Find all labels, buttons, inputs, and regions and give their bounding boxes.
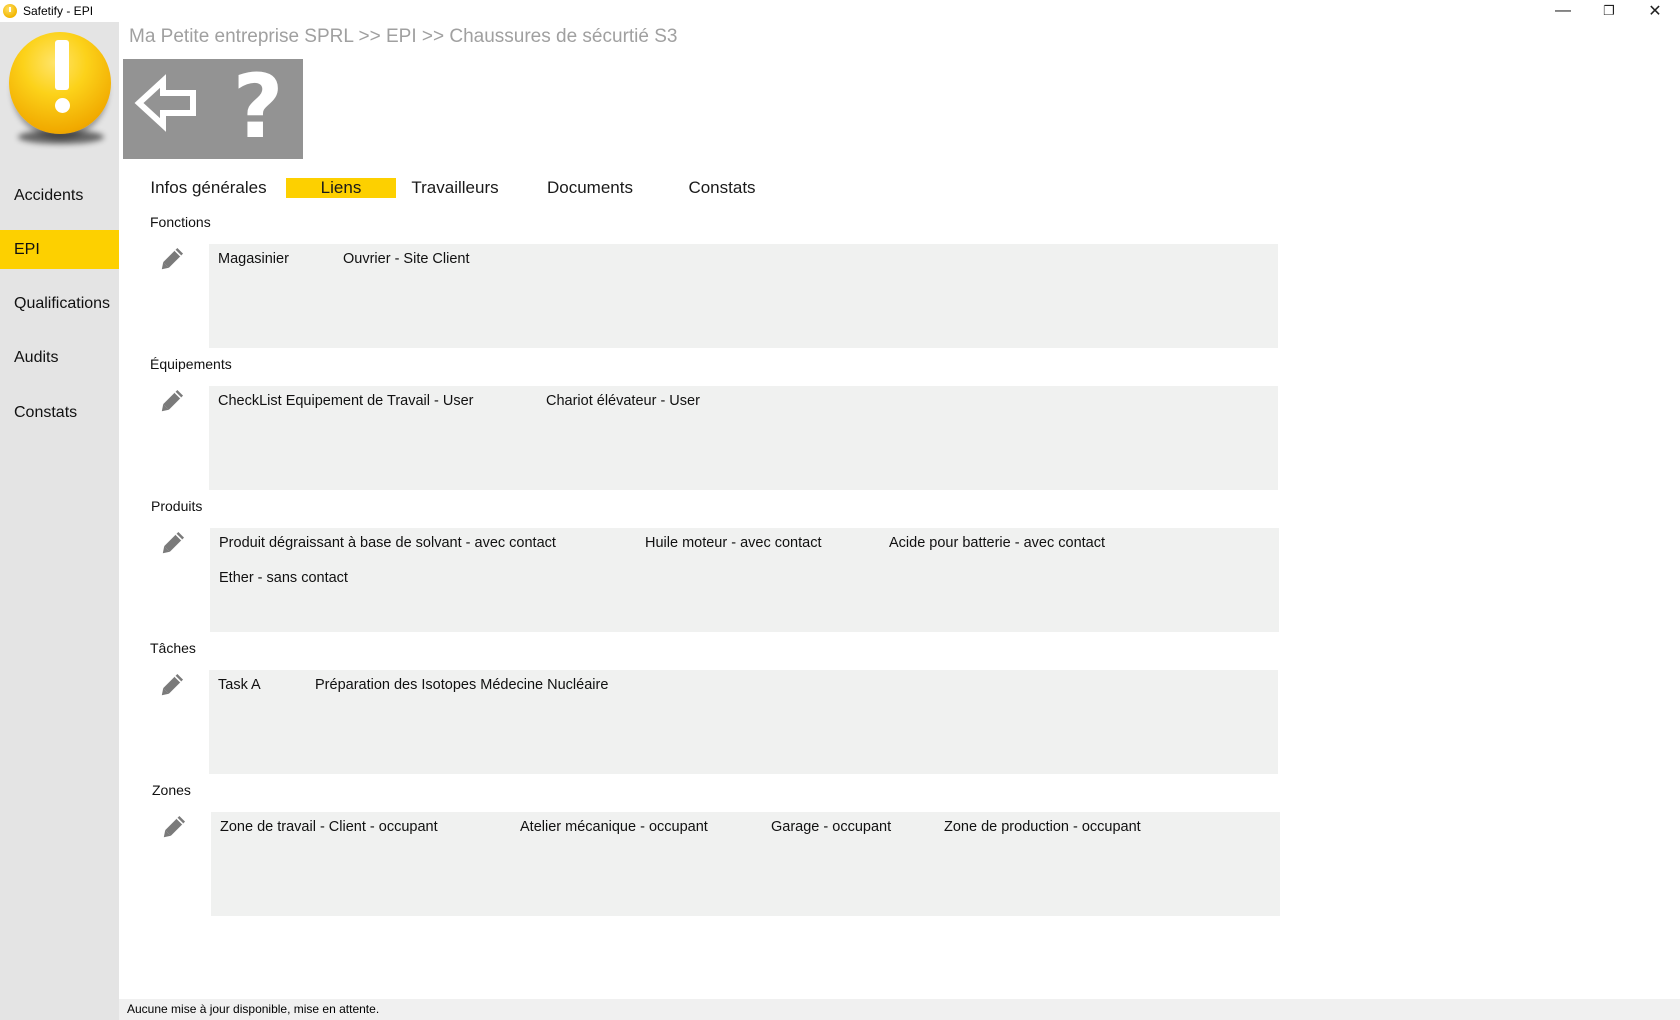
section-label-zones: Zones (152, 782, 191, 798)
taches-list: Task A Préparation des Isotopes Médecine… (209, 670, 1278, 774)
title-bar: Safetify - EPI — ❐ ✕ (0, 0, 1680, 22)
pencil-icon[interactable] (157, 672, 185, 700)
close-button[interactable]: ✕ (1632, 0, 1678, 22)
list-item[interactable]: Garage - occupant (771, 819, 891, 835)
section-label-equipements: Équipements (150, 356, 232, 372)
minimize-button[interactable]: — (1540, 0, 1586, 22)
list-item[interactable]: Magasinier (218, 251, 289, 267)
section-label-fonctions: Fonctions (150, 214, 211, 230)
maximize-button[interactable]: ❐ (1586, 0, 1632, 22)
sidebar-item-epi[interactable]: EPI (0, 230, 119, 269)
warning-logo-icon (9, 32, 111, 134)
status-text: Aucune mise à jour disponible, mise en a… (127, 1002, 380, 1016)
list-item[interactable]: CheckList Equipement de Travail - User (218, 393, 473, 409)
back-button[interactable] (123, 59, 213, 159)
list-item[interactable]: Acide pour batterie - avec contact (889, 535, 1105, 551)
app-logo-icon (3, 4, 17, 18)
sidebar-item-constats[interactable]: Constats (0, 393, 119, 432)
breadcrumb: Ma Petite entreprise SPRL >> EPI >> Chau… (129, 26, 678, 47)
list-item[interactable]: Produit dégraissant à base de solvant - … (219, 535, 556, 551)
sidebar-item-audits[interactable]: Audits (0, 338, 119, 377)
help-button[interactable]: ? (213, 59, 303, 159)
window-title: Safetify - EPI (23, 4, 94, 18)
toolbar: ? (123, 59, 303, 159)
zones-list: Zone de travail - Client - occupant Atel… (211, 812, 1280, 916)
pencil-icon[interactable] (158, 530, 186, 558)
pencil-icon[interactable] (157, 246, 185, 274)
list-item[interactable]: Chariot élévateur - User (546, 393, 700, 409)
tab-documents[interactable]: Documents (540, 178, 640, 198)
tab-constats[interactable]: Constats (682, 178, 762, 198)
list-item[interactable]: Atelier mécanique - occupant (520, 819, 708, 835)
list-item[interactable]: Zone de production - occupant (944, 819, 1141, 835)
list-item[interactable]: Ether - sans contact (219, 570, 348, 586)
list-item[interactable]: Huile moteur - avec contact (645, 535, 822, 551)
sidebar-item-qualifications[interactable]: Qualifications (0, 284, 119, 323)
sidebar: Accidents EPI Qualifications Audits Cons… (0, 22, 119, 1020)
equipements-list: CheckList Equipement de Travail - User C… (209, 386, 1278, 490)
sidebar-item-accidents[interactable]: Accidents (0, 176, 119, 215)
list-item[interactable]: Task A (218, 677, 261, 693)
tab-infos-generales[interactable]: Infos générales (142, 178, 275, 198)
list-item[interactable]: Préparation des Isotopes Médecine Nucléa… (315, 677, 608, 693)
logo-bar (55, 40, 69, 90)
pencil-icon[interactable] (157, 388, 185, 416)
pencil-icon[interactable] (159, 814, 187, 842)
section-label-taches: Tâches (150, 640, 196, 656)
produits-list: Produit dégraissant à base de solvant - … (210, 528, 1279, 632)
tab-travailleurs[interactable]: Travailleurs (410, 178, 500, 198)
list-item[interactable]: Ouvrier - Site Client (343, 251, 470, 267)
status-bar: Aucune mise à jour disponible, mise en a… (119, 999, 1680, 1020)
section-label-produits: Produits (151, 498, 203, 514)
tab-liens[interactable]: Liens (286, 178, 396, 198)
logo-dot (55, 98, 70, 113)
list-item[interactable]: Zone de travail - Client - occupant (220, 819, 438, 835)
arrow-left-icon (134, 74, 196, 132)
fonctions-list: Magasinier Ouvrier - Site Client (209, 244, 1278, 348)
help-icon: ? (232, 55, 284, 158)
